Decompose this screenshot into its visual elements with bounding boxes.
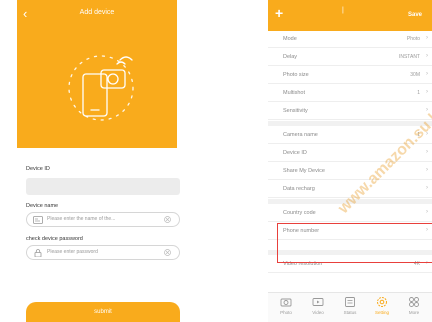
settings-row[interactable]: Share My Device › [268,163,432,180]
chevron-right-icon: › [426,209,428,215]
device-id-input[interactable] [26,178,180,195]
settings-row[interactable]: Photo size 30M › [268,67,432,84]
password-input[interactable]: Please enter password [26,245,180,260]
header-separator: | [342,7,344,14]
chevron-right-icon: › [426,35,428,41]
add-icon[interactable]: + [275,6,283,20]
settings-row[interactable]: Country code › [268,205,432,222]
settings-row-value: INSTANT [398,54,420,60]
tab-photo[interactable]: Photo [274,296,298,322]
gear-icon [377,297,387,307]
add-device-screen: ‹ Add device Device ID Device name Pleas… [17,0,180,322]
video-icon [312,298,324,306]
tab-label: Photo [280,310,292,315]
settings-screen: + | Save Mode Photo › Delay INSTANT › Photo si… [268,0,432,322]
password-placeholder: Please enter password [47,249,98,255]
clear-icon[interactable] [164,216,171,223]
chevron-right-icon: › [426,131,428,137]
tab-more[interactable]: More [402,296,426,322]
settings-row[interactable]: Multishot 1 › [268,85,432,102]
settings-row-label: Camera name [283,132,318,138]
settings-row-label: Delay [283,54,298,60]
settings-row[interactable]: Sensitivity › [268,103,432,120]
device-id-label: Device ID [26,166,50,172]
settings-row-label: Mode [283,36,297,42]
chevron-right-icon: › [426,89,428,95]
settings-header: + | Save [268,0,432,31]
clear-icon[interactable] [164,249,171,256]
tab-label: Setting [374,310,389,315]
lock-icon [34,249,42,257]
settings-row-value: 1 [417,90,420,96]
settings-row-value: 30M [410,72,420,78]
tab-label: More [408,310,420,315]
tab-label: Status [343,310,357,315]
bottom-tab-bar: Photo Video Status Setting More [268,292,432,322]
settings-row[interactable]: Camera name 1 › [268,127,432,144]
device-name-placeholder: Please enter the name of the... [47,216,116,222]
section-gap [268,199,432,204]
settings-row-label: Country code [283,210,316,216]
section-gap [268,121,432,126]
chevron-right-icon: › [426,53,428,59]
chevron-right-icon: › [426,185,428,191]
device-name-input[interactable]: Please enter the name of the... [26,212,180,227]
tab-label: Video [312,310,324,315]
grid-icon [409,297,419,307]
settings-row-label: Share My Device [283,168,325,174]
settings-row-label: Photo size [283,72,309,78]
phone-camera-illustration [68,55,134,121]
photo-icon [280,298,292,307]
chevron-right-icon: › [426,167,428,173]
tab-video[interactable]: Video [306,296,330,322]
highlight-box [277,223,432,263]
page-title: Add device [79,9,115,16]
settings-row[interactable]: Mode Photo › [268,31,432,48]
settings-row[interactable]: Data recharg › [268,181,432,198]
settings-row-label: Data recharg [283,186,315,192]
settings-row-label: Multishot [283,90,306,96]
settings-row-label: Sensitivity [283,108,308,114]
tab-setting[interactable]: Setting [370,296,394,322]
chevron-right-icon: › [426,71,428,77]
device-name-label: Device name [26,203,59,209]
chevron-right-icon: › [426,107,428,113]
settings-row[interactable]: Delay INSTANT › [268,49,432,66]
settings-row[interactable]: Device ID › [268,145,432,162]
status-icon [345,297,355,307]
settings-row-value: 1 [417,132,420,138]
id-card-icon [33,216,43,224]
save-button[interactable]: Save [408,12,422,18]
settings-row-label: Device ID [283,150,307,156]
submit-button[interactable]: submit [26,302,180,322]
settings-row-value: Photo [406,36,420,42]
password-label: check device password [26,236,83,242]
tab-status[interactable]: Status [338,296,362,322]
header-banner: ‹ Add device [17,0,177,148]
chevron-right-icon: › [426,149,428,155]
